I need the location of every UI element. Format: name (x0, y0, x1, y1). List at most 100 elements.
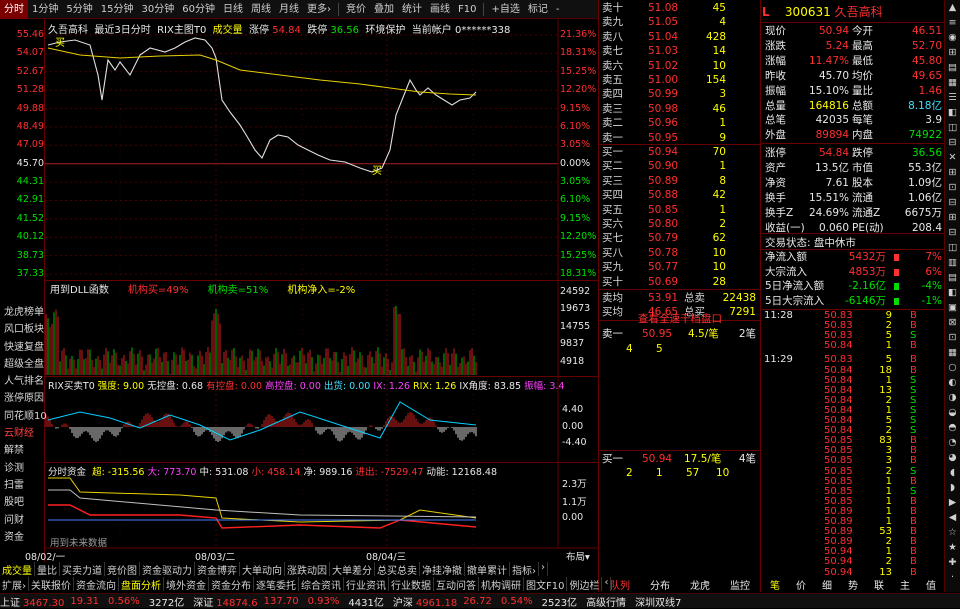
extension-tab-12[interactable]: 图文F10 (524, 577, 568, 592)
ask-row[interactable]: 卖五 51.00 154 (600, 73, 758, 87)
toolbar-icon[interactable]: ⊡ (945, 180, 960, 195)
tick-tab-2[interactable]: 细 (822, 577, 832, 592)
tick-tab-3[interactable]: 势 (848, 577, 858, 592)
toolbar-icon[interactable]: ◫ (945, 240, 960, 255)
tick-tab-6[interactable]: 值 (926, 577, 936, 592)
toolbar-icon[interactable]: ○ (945, 360, 960, 375)
indicator-tab-1[interactable]: 量比 (35, 562, 60, 577)
indicator-tab-6[interactable]: 大单动向 (240, 562, 285, 577)
sidebar-item-9[interactable]: 诊测 (0, 460, 44, 477)
sidebar-item-10[interactable]: 扫雷 (0, 477, 44, 494)
toolbar-icon[interactable]: ⊟ (945, 195, 960, 210)
sidebar-item-8[interactable]: 解禁 (0, 442, 44, 459)
bid-row[interactable]: 买一 50.94 70 (600, 145, 758, 159)
toolbar-icon[interactable]: ✕ (945, 150, 960, 165)
ask-row[interactable]: 卖九 51.05 4 (600, 15, 758, 29)
ask-row[interactable]: 卖六 51.02 10 (600, 59, 758, 73)
toolbar-icon[interactable]: ◐ (945, 375, 960, 390)
sidebar-item-1[interactable]: 风口板块 (0, 321, 44, 338)
toolbar-icon[interactable]: ▣ (945, 300, 960, 315)
toolbar-icon[interactable]: ▲ (945, 0, 960, 15)
toolbar-icon[interactable]: ◉ (945, 30, 960, 45)
sidebar-item-13[interactable]: 资金 (0, 529, 44, 546)
extension-tab-2[interactable]: 资金流向 (74, 577, 119, 592)
toolbar-icon[interactable]: ◒ (945, 405, 960, 420)
bid-row[interactable]: 买三 50.89 8 (600, 174, 758, 188)
bid-row[interactable]: 买八 50.78 10 (600, 246, 758, 260)
indicator-tab-0[interactable]: 成交量 (0, 562, 35, 577)
toolbar-icon[interactable]: ☰ (945, 90, 960, 105)
toolbar-icon[interactable]: ★ (945, 540, 960, 555)
layout-button[interactable]: 布局▾ (566, 549, 590, 563)
orderbook-tab-2[interactable]: 龙虎 (690, 577, 710, 592)
tick-tab-1[interactable]: 价 (796, 577, 806, 592)
toolbar-icon[interactable]: ◗ (945, 480, 960, 495)
orderbook-tab-3[interactable]: 监控 (730, 577, 750, 592)
bid-row[interactable]: 买十 50.69 28 (600, 275, 758, 289)
ask-row[interactable]: 卖三 50.98 46 (600, 102, 758, 116)
toolbar-icon[interactable]: ◕ (945, 450, 960, 465)
toolbar-icon[interactable]: ⊞ (945, 210, 960, 225)
bid-row[interactable]: 买六 50.80 2 (600, 217, 758, 231)
extension-tab-9[interactable]: 行业数据 (389, 577, 434, 592)
toolbar-icon[interactable]: ☆ (945, 525, 960, 540)
sidebar-item-2[interactable]: 快速复盘 (0, 339, 44, 356)
ask-row[interactable]: 卖一 50.95 9 (600, 131, 758, 145)
sidebar-item-7[interactable]: 云财经 (0, 425, 44, 442)
tick-tab-4[interactable]: 联 (874, 577, 884, 592)
toolbar-icon[interactable]: ◔ (945, 435, 960, 450)
extension-tab-4[interactable]: 境外资金 (164, 577, 209, 592)
toolbar-icon[interactable]: ▤ (945, 60, 960, 75)
indicator-tab-4[interactable]: 资金驱动力 (140, 562, 195, 577)
sidebar-item-3[interactable]: 超级全盘 (0, 356, 44, 373)
extension-tab-6[interactable]: 逐笔委托 (254, 577, 299, 592)
indicator-tab-2[interactable]: 买卖力道 (60, 562, 105, 577)
indicator-tab-3[interactable]: 竞价图 (105, 562, 140, 577)
bid-row[interactable]: 买二 50.90 1 (600, 159, 758, 173)
bid-row[interactable]: 买七 50.79 62 (600, 231, 758, 245)
indicator-tab-12[interactable]: 指标› (510, 562, 539, 577)
toolbar-icon[interactable]: ◖ (945, 465, 960, 480)
toolbar-icon[interactable]: ▶ (945, 495, 960, 510)
extension-tab-8[interactable]: 行业资讯 (344, 577, 389, 592)
toolbar-icon[interactable]: ◫ (945, 120, 960, 135)
toolbar-icon[interactable]: ◧ (945, 285, 960, 300)
indicator-tab-5[interactable]: 资金博弈 (195, 562, 240, 577)
ask-row[interactable]: 卖八 51.04 428 (600, 30, 758, 44)
indicator-tab-7[interactable]: 涨跌动因 (285, 562, 330, 577)
orderbook-tab-1[interactable]: 分布 (650, 577, 670, 592)
toolbar-icon[interactable]: ◧ (945, 105, 960, 120)
toolbar-icon[interactable]: ⊞ (945, 165, 960, 180)
toolbar-icon[interactable]: ≡ (945, 15, 960, 30)
ask-row[interactable]: 卖七 51.03 14 (600, 44, 758, 58)
extension-tab-1[interactable]: 关联报价 (29, 577, 74, 592)
toolbar-icon[interactable]: ⊠ (945, 315, 960, 330)
extension-tab-10[interactable]: 互动问答 (434, 577, 479, 592)
extension-tab-11[interactable]: 机构调研 (479, 577, 524, 592)
toolbar-icon[interactable]: ⊟ (945, 225, 960, 240)
extension-tab-13[interactable]: 例边栏 (567, 577, 603, 592)
extension-tab-7[interactable]: 综合资讯 (299, 577, 344, 592)
toolbar-icon[interactable]: ✚ (945, 555, 960, 570)
toolbar-icon[interactable]: ⊡ (945, 330, 960, 345)
sidebar-item-6[interactable]: 同花顺10 (0, 408, 47, 425)
sidebar-item-0[interactable]: 龙虎榜单 (0, 304, 44, 321)
sidebar-item-12[interactable]: 问财 (0, 512, 44, 529)
ask-row[interactable]: 卖十 51.08 45 (600, 1, 758, 15)
indicator-tab-10[interactable]: 净挂净撤 (420, 562, 465, 577)
indicator-tab-13[interactable]: › (539, 562, 548, 576)
ask-row[interactable]: 卖四 50.99 3 (600, 87, 758, 101)
extension-tab-5[interactable]: 资金分布 (209, 577, 254, 592)
extension-tab-0[interactable]: 扩展› (0, 577, 29, 592)
bid-row[interactable]: 买九 50.77 10 (600, 260, 758, 274)
sidebar-item-5[interactable]: 涨停原因 (0, 390, 44, 407)
toolbar-icon[interactable]: ◑ (945, 390, 960, 405)
sidebar-item-11[interactable]: 股吧 (0, 494, 44, 511)
toolbar-icon[interactable]: ⊞ (945, 45, 960, 60)
tick-tab-0[interactable]: 笔 (770, 577, 780, 592)
toolbar-icon[interactable]: ◓ (945, 420, 960, 435)
toolbar-icon[interactable]: ▦ (945, 345, 960, 360)
toolbar-icon[interactable]: ⊟ (945, 135, 960, 150)
toolbar-icon[interactable]: ▦ (945, 75, 960, 90)
indicator-tab-11[interactable]: 撤单累计 (465, 562, 510, 577)
